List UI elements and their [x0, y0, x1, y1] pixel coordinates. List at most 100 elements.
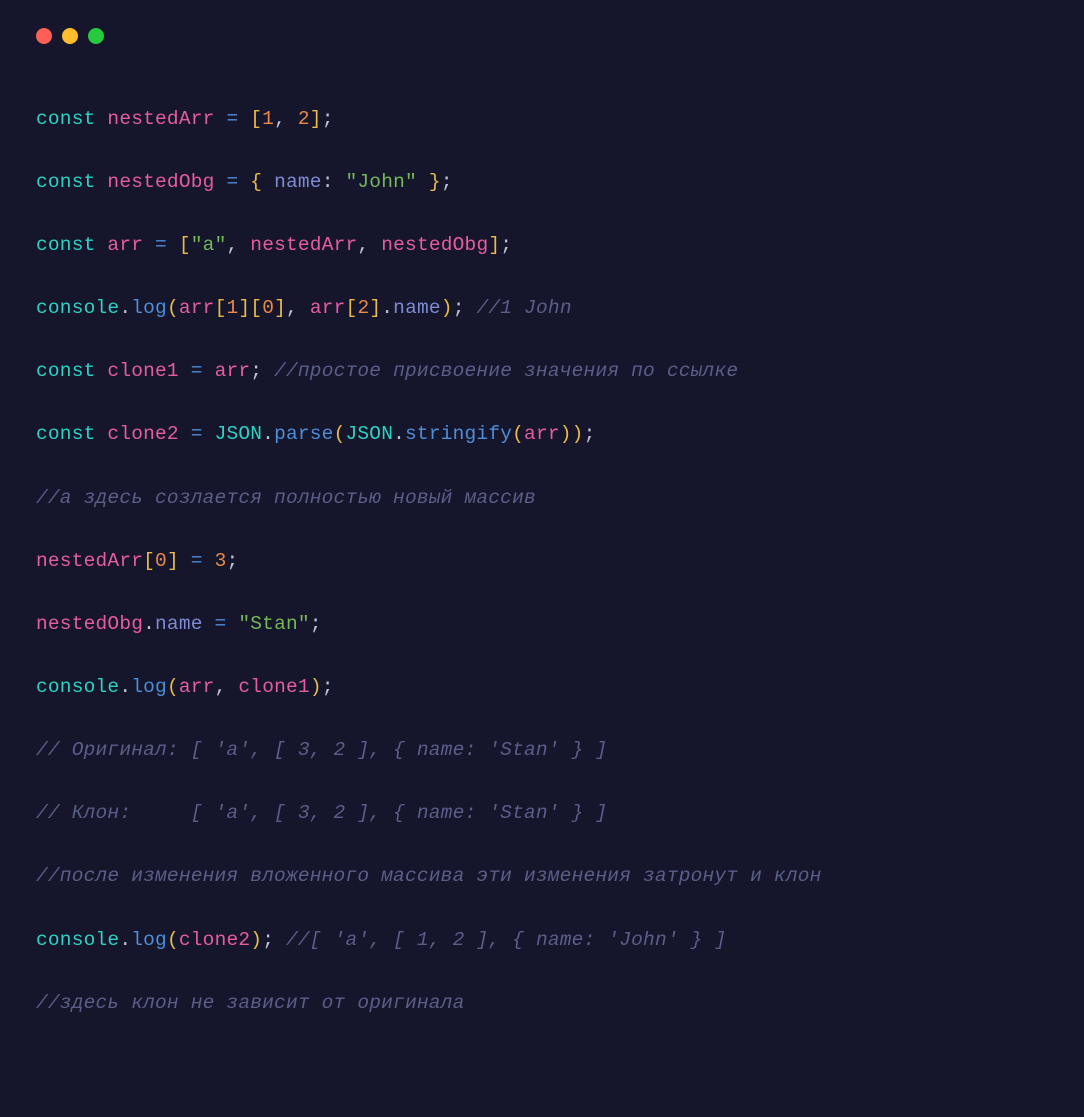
identifier: arr: [179, 297, 215, 319]
code-line: nestedArr[0] = 3;: [36, 546, 1048, 578]
identifier: clone1: [238, 676, 309, 698]
comment: // Клон: [ 'a', [ 3, 2 ], { name: 'Stan'…: [36, 802, 607, 824]
identifier: arr: [215, 360, 251, 382]
builtin: JSON: [215, 423, 263, 445]
operator: =: [191, 423, 203, 445]
identifier: nestedArr: [250, 234, 357, 256]
paren: ): [441, 297, 453, 319]
close-icon[interactable]: [36, 28, 52, 44]
punct: .: [143, 613, 155, 635]
punct: ;: [500, 234, 512, 256]
code-line: //а здесь созлается полностью новый масс…: [36, 483, 1048, 515]
paren: (: [167, 676, 179, 698]
punct: ;: [584, 423, 596, 445]
punct: ,: [357, 234, 369, 256]
identifier: nestedObg: [381, 234, 488, 256]
bracket: [: [143, 550, 155, 572]
keyword: const: [36, 171, 96, 193]
punct: ,: [226, 234, 238, 256]
punct: ;: [453, 297, 465, 319]
identifier: clone2: [179, 929, 250, 951]
code-line: const clone2 = JSON.parse(JSON.stringify…: [36, 419, 1048, 451]
identifier: nestedArr: [107, 108, 214, 130]
bracket: [: [179, 234, 191, 256]
punct: ;: [226, 550, 238, 572]
code-line: console.log(arr, clone1);: [36, 672, 1048, 704]
number: 0: [262, 297, 274, 319]
function: log: [131, 929, 167, 951]
identifier: clone2: [107, 423, 178, 445]
code-line: console.log(arr[1][0], arr[2].name); //1…: [36, 293, 1048, 325]
string: "John": [346, 171, 417, 193]
paren: (: [167, 929, 179, 951]
code-line: // Оригинал: [ 'a', [ 3, 2 ], { name: 'S…: [36, 735, 1048, 767]
punct: :: [322, 171, 334, 193]
maximize-icon[interactable]: [88, 28, 104, 44]
paren: (: [512, 423, 524, 445]
operator: =: [155, 234, 167, 256]
punct: .: [119, 929, 131, 951]
code-line: // Клон: [ 'a', [ 3, 2 ], { name: 'Stan'…: [36, 798, 1048, 830]
number: 2: [298, 108, 310, 130]
comment: // Оригинал: [ 'a', [ 3, 2 ], { name: 'S…: [36, 739, 607, 761]
code-line: console.log(clone2); //[ 'a', [ 1, 2 ], …: [36, 925, 1048, 957]
comment: //здесь клон не зависит от оригинала: [36, 992, 464, 1014]
operator: =: [226, 108, 238, 130]
code-line: //здесь клон не зависит от оригинала: [36, 988, 1048, 1020]
bracket: ]: [274, 297, 286, 319]
punct: ,: [274, 108, 286, 130]
paren: (: [334, 423, 346, 445]
number: 1: [226, 297, 238, 319]
paren: ): [572, 423, 584, 445]
comment: //после изменения вложенного массива эти…: [36, 865, 822, 887]
punct: ;: [322, 676, 334, 698]
comment: //простое присвоение значения по ссылке: [274, 360, 738, 382]
bracket: ]: [369, 297, 381, 319]
punct: .: [262, 423, 274, 445]
identifier: nestedObg: [107, 171, 214, 193]
operator: =: [191, 360, 203, 382]
identifier: clone1: [107, 360, 178, 382]
property: name: [393, 297, 441, 319]
punct: ;: [262, 929, 274, 951]
code-line: const arr = ["a", nestedArr, nestedObg];: [36, 230, 1048, 262]
code-line: const nestedArr = [1, 2];: [36, 104, 1048, 136]
code-line: nestedObg.name = "Stan";: [36, 609, 1048, 641]
number: 3: [215, 550, 227, 572]
code-window: const nestedArr = [1, 2]; const nestedOb…: [0, 0, 1084, 1117]
bracket: [: [250, 108, 262, 130]
keyword: const: [36, 234, 96, 256]
paren: ): [250, 929, 262, 951]
identifier: arr: [107, 234, 143, 256]
property: name: [274, 171, 322, 193]
comment: //1 John: [477, 297, 572, 319]
punct: .: [119, 297, 131, 319]
bracket: {: [250, 171, 262, 193]
punct: ,: [286, 297, 298, 319]
builtin: console: [36, 297, 119, 319]
operator: =: [226, 171, 238, 193]
number: 0: [155, 550, 167, 572]
bracket: [: [346, 297, 358, 319]
identifier: nestedArr: [36, 550, 143, 572]
number: 2: [357, 297, 369, 319]
comment: //а здесь созлается полностью новый масс…: [36, 487, 536, 509]
paren: (: [167, 297, 179, 319]
minimize-icon[interactable]: [62, 28, 78, 44]
bracket: ]: [167, 550, 179, 572]
punct: .: [119, 676, 131, 698]
code-block: const nestedArr = [1, 2]; const nestedOb…: [20, 62, 1064, 1093]
string: "a": [191, 234, 227, 256]
function: parse: [274, 423, 334, 445]
keyword: const: [36, 108, 96, 130]
punct: ;: [322, 108, 334, 130]
builtin: JSON: [346, 423, 394, 445]
number: 1: [262, 108, 274, 130]
punct: ;: [250, 360, 262, 382]
identifier: nestedObg: [36, 613, 143, 635]
property: name: [155, 613, 203, 635]
bracket: }: [429, 171, 441, 193]
code-line: const clone1 = arr; //простое присвоение…: [36, 356, 1048, 388]
bracket: ]: [238, 297, 250, 319]
operator: =: [215, 613, 227, 635]
